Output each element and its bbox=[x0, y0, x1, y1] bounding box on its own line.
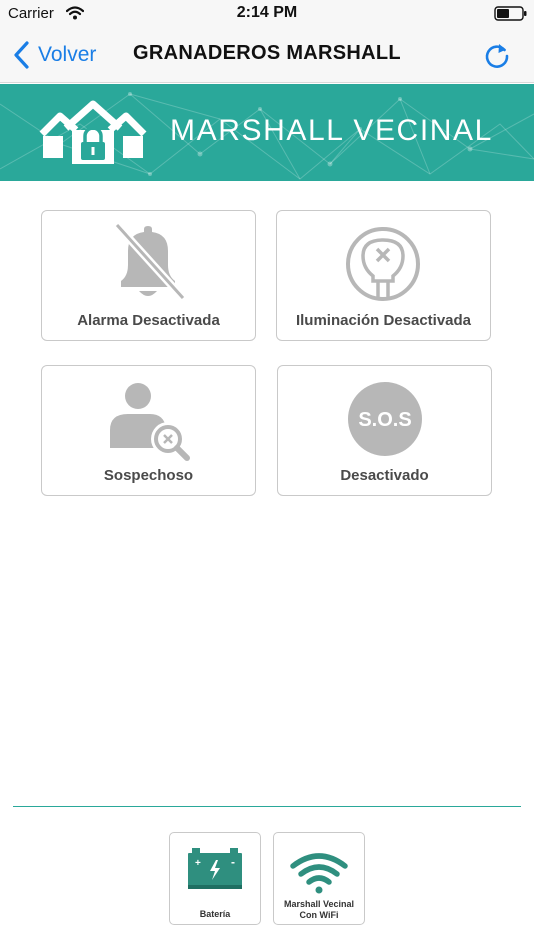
banner-title: MARSHALL VECINAL bbox=[170, 114, 493, 147]
alarm-tile[interactable]: Alarma Desactivada bbox=[41, 210, 256, 341]
battery-status-icon bbox=[494, 6, 527, 21]
status-bar: Carrier 2:14 PM bbox=[0, 0, 534, 28]
navigation-bar: Volver GRANADEROS MARSHALL bbox=[0, 28, 534, 83]
wifi-label-line2: Con WiFi bbox=[299, 910, 339, 920]
svg-text:-: - bbox=[231, 855, 235, 869]
sos-icon: S.O.S bbox=[348, 382, 422, 456]
status-time: 2:14 PM bbox=[236, 4, 298, 21]
refresh-icon[interactable] bbox=[482, 40, 512, 70]
wifi-button[interactable]: Marshall Vecinal Con WiFi bbox=[273, 832, 365, 925]
brand-banner: MARSHALL VECINAL bbox=[0, 84, 534, 181]
divider bbox=[13, 806, 521, 807]
battery-label: Batería bbox=[199, 909, 231, 919]
battery-button[interactable]: + - Batería bbox=[169, 832, 261, 925]
tile-label: Alarma Desactivada bbox=[77, 312, 220, 329]
sos-text: S.O.S bbox=[358, 409, 411, 431]
back-button[interactable]: Volver bbox=[12, 39, 96, 71]
houses-lock-logo bbox=[39, 100, 147, 164]
battery-icon: + - bbox=[188, 848, 242, 889]
bell-off-icon bbox=[114, 222, 186, 301]
illumination-tile[interactable]: Iluminación Desactivada bbox=[276, 210, 491, 341]
page-title: GRANADEROS MARSHALL bbox=[133, 42, 401, 64]
wifi-icon bbox=[290, 853, 348, 894]
svg-text:+: + bbox=[195, 858, 201, 869]
tile-label: Sospechoso bbox=[103, 467, 194, 484]
tile-label: Iluminación Desactivada bbox=[295, 312, 472, 329]
chevron-left-icon bbox=[14, 41, 29, 69]
tile-label: Desactivado bbox=[340, 467, 429, 484]
suspect-tile[interactable]: Sospechoso bbox=[41, 365, 256, 496]
wifi-label-line1: Marshall Vecinal bbox=[283, 899, 355, 909]
lightbulb-off-icon bbox=[346, 227, 420, 301]
suspect-search-icon bbox=[110, 383, 190, 461]
back-label: Volver bbox=[38, 43, 97, 66]
sos-tile[interactable]: S.O.S Desactivado bbox=[277, 365, 492, 496]
